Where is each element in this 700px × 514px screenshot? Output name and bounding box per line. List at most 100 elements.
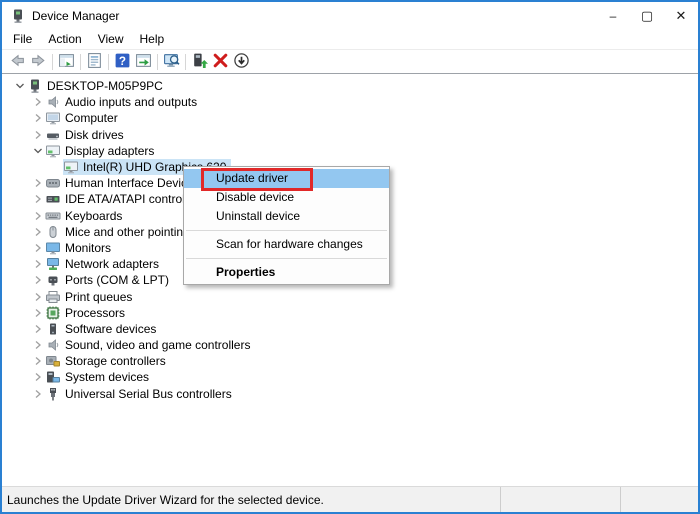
menu-item-uninstall-device[interactable]: Uninstall device <box>184 207 389 226</box>
disk-drive-icon <box>45 127 61 143</box>
tree-item-body: Print queues <box>45 288 137 304</box>
tree-item-label: Audio inputs and outputs <box>65 95 198 110</box>
device-tree-panel: DESKTOP-M05P9PC Audio inputs and outputs C… <box>2 74 698 486</box>
help-button[interactable]: ? <box>112 52 133 72</box>
toolbar: ? <box>2 50 698 74</box>
chevron-right-icon[interactable] <box>30 340 45 350</box>
chevron-right-icon[interactable] <box>30 292 45 302</box>
chevron-right-icon[interactable] <box>30 243 45 253</box>
tree-item-label: Disk drives <box>65 127 124 142</box>
tree-item-label: Keyboards <box>65 208 123 223</box>
tree-item-universal-serial-bus-controllers[interactable]: Universal Serial Bus controllers <box>4 386 698 402</box>
chevron-right-icon[interactable] <box>30 324 45 334</box>
chevron-right-icon[interactable] <box>30 372 45 382</box>
tree-item-software-devices[interactable]: Software devices <box>4 321 698 337</box>
tree-item-label: Monitors <box>65 240 112 255</box>
tree-item-storage-controllers[interactable]: Storage controllers <box>4 353 698 369</box>
tree-item-label: DESKTOP-M05P9PC <box>47 79 163 94</box>
forward-arrow-button[interactable] <box>28 52 49 72</box>
tree-item-audio-inputs-and-outputs[interactable]: Audio inputs and outputs <box>4 94 698 110</box>
tree-item-label: Network adapters <box>65 257 160 272</box>
tree-item-sound-video-and-game-controllers[interactable]: Sound, video and game controllers <box>4 337 698 353</box>
toolbar-separator <box>108 53 109 70</box>
tree-item-display-adapters[interactable]: Display adapters <box>4 143 698 159</box>
chevron-right-icon[interactable] <box>30 389 45 399</box>
menu-help[interactable]: Help <box>132 30 173 49</box>
properties-page-button[interactable] <box>84 52 105 72</box>
chevron-right-icon[interactable] <box>30 194 45 204</box>
tree-item-disk-drives[interactable]: Disk drives <box>4 127 698 143</box>
show-console-tree-icon <box>58 52 75 72</box>
back-arrow-button[interactable] <box>7 52 28 72</box>
chevron-right-icon[interactable] <box>30 178 45 188</box>
menu-item-update-driver[interactable]: Update driver <box>184 168 389 191</box>
title-bar: Device Manager – ▢ ✕ <box>2 2 698 30</box>
menu-item-scan-for-hardware-changes[interactable]: Scan for hardware changes <box>184 235 389 254</box>
device-manager-icon <box>10 8 26 24</box>
tree-item-body: Network adapters <box>45 256 164 272</box>
close-button[interactable]: ✕ <box>664 2 698 30</box>
computer-icon <box>27 78 43 94</box>
tree-item-body: System devices <box>45 369 154 385</box>
tree-item-body: Processors <box>45 305 130 321</box>
software-device-icon <box>45 321 61 337</box>
chevron-down-icon[interactable] <box>30 146 45 156</box>
toolbar-separator <box>157 53 158 70</box>
status-bar: Launches the Update Driver Wizard for th… <box>2 486 698 512</box>
menu-view[interactable]: View <box>90 30 132 49</box>
tree-item-desktop-m05p9pc[interactable]: DESKTOP-M05P9PC <box>4 78 698 94</box>
minimize-button[interactable]: – <box>596 2 630 30</box>
tree-item-label: Display adapters <box>65 143 155 158</box>
chevron-right-icon[interactable] <box>30 259 45 269</box>
tree-item-body: Human Interface Devices <box>45 175 205 191</box>
chevron-right-icon[interactable] <box>30 97 45 107</box>
tree-item-processors[interactable]: Processors <box>4 305 698 321</box>
tree-item-body: Monitors <box>45 240 116 256</box>
system-device-icon <box>45 369 61 385</box>
chevron-right-icon[interactable] <box>30 275 45 285</box>
export-list-icon <box>135 52 152 72</box>
forward-arrow-icon <box>30 52 47 72</box>
export-list-button[interactable] <box>133 52 154 72</box>
processor-icon <box>45 305 61 321</box>
tree-item-label: Software devices <box>65 321 157 336</box>
maximize-button[interactable]: ▢ <box>630 2 664 30</box>
tree-item-body: Keyboards <box>45 208 127 224</box>
chevron-right-icon[interactable] <box>30 113 45 123</box>
hid-icon <box>45 175 61 191</box>
chevron-right-icon[interactable] <box>30 227 45 237</box>
show-console-tree-button[interactable] <box>56 52 77 72</box>
chevron-right-icon[interactable] <box>30 356 45 366</box>
menu-action[interactable]: Action <box>40 30 89 49</box>
menu-item-disable-device[interactable]: Disable device <box>184 188 389 207</box>
speaker-icon <box>45 94 61 110</box>
menu-file[interactable]: File <box>5 30 40 49</box>
scan-hardware-button[interactable] <box>161 52 182 72</box>
device-manager-window: Device Manager – ▢ ✕ File Action View Help … <box>0 0 700 514</box>
tree-item-label: Universal Serial Bus controllers <box>65 386 232 401</box>
tree-item-computer[interactable]: Computer <box>4 110 698 126</box>
tree-item-system-devices[interactable]: System devices <box>4 369 698 385</box>
menu-item-properties[interactable]: Properties <box>184 263 389 282</box>
chevron-right-icon[interactable] <box>30 308 45 318</box>
uninstall-device-icon <box>212 52 229 72</box>
tree-item-label: Processors <box>65 305 126 320</box>
tree-item-label: Storage controllers <box>65 354 166 369</box>
disable-device-button[interactable] <box>231 52 252 72</box>
chevron-right-icon[interactable] <box>30 130 45 140</box>
back-arrow-icon <box>9 52 26 72</box>
chevron-right-icon[interactable] <box>30 211 45 221</box>
tree-item-print-queues[interactable]: Print queues <box>4 288 698 304</box>
tree-item-body: Software devices <box>45 321 161 337</box>
keyboard-icon <box>45 208 61 224</box>
toolbar-separator <box>80 53 81 70</box>
tree-item-body: Disk drives <box>45 127 129 143</box>
window-controls: – ▢ ✕ <box>596 2 698 30</box>
update-driver-button[interactable] <box>189 52 210 72</box>
tree-item-label: System devices <box>65 370 150 385</box>
svg-text:?: ? <box>119 54 126 67</box>
tree-item-body: Sound, video and game controllers <box>45 337 255 353</box>
uninstall-device-button[interactable] <box>210 52 231 72</box>
chevron-down-icon[interactable] <box>12 81 27 91</box>
tree-item-label: Human Interface Devices <box>65 176 200 191</box>
